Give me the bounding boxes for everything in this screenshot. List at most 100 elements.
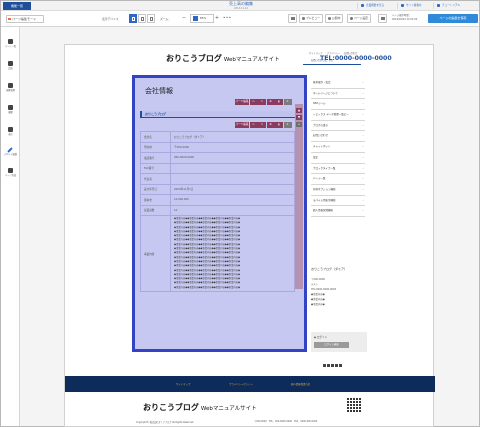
device-pc-button[interactable] <box>129 14 137 23</box>
side-nav-item[interactable]: トピックス データ管理一覧ビー ⌄ <box>311 110 365 121</box>
table-row: 資本金 10,000,000 <box>140 194 295 206</box>
home-icon <box>361 3 364 7</box>
table-edit-icon[interactable]: ✎ <box>258 122 266 128</box>
social-icon[interactable] <box>323 364 326 367</box>
table-value: 10,000,000 <box>170 194 295 206</box>
parts-edit-mode-button[interactable]: パーツ編集モード <box>6 15 44 23</box>
settings-icon <box>401 3 404 7</box>
table-value: 10 <box>170 204 295 216</box>
publish-button[interactable]: 公開中 <box>325 14 344 23</box>
table-move-icon[interactable]: ⇔ <box>249 122 258 128</box>
social-icon[interactable] <box>335 364 338 367</box>
more-options-button[interactable]: ••• <box>223 15 232 20</box>
table-trash-icon[interactable]: ▮ <box>275 122 283 128</box>
zoom-select[interactable]: 85% <box>190 14 214 23</box>
side-nav-item[interactable]: パーツ一覧 ⌄ <box>311 174 365 185</box>
table-part-edit-button[interactable]: パーツ編集 <box>235 122 249 128</box>
company-info-table: 会社名 おりこうブログ（ダミア） 所在地 〒000-0000 電話番号 000-000… <box>140 131 295 292</box>
move-up-icon[interactable]: ▲ <box>296 108 302 113</box>
gear-icon <box>350 17 353 20</box>
device-mobile-button[interactable] <box>147 14 155 23</box>
eye-icon <box>302 17 305 20</box>
table-row: 所在地 〒000-0000 <box>140 141 295 153</box>
page-settings-button[interactable]: ページ設定 <box>347 14 371 23</box>
sidebar-item-page-list[interactable]: ページ一覧 <box>1 35 20 55</box>
side-nav-item[interactable]: 設定 ⌄ <box>311 153 365 164</box>
site-info-link[interactable]: サイト情報を <box>397 3 425 9</box>
business-content: ●事業内容●●事業内容●●事業内容●●事業内容●●事業内容● ●事業内容●●事業… <box>170 215 295 292</box>
table-part-controls: パーツ編集 ⇔ ✎ ⧉ ▮ ✕ <box>235 122 292 128</box>
save-page-button[interactable]: ページの編集を保存 <box>428 14 478 23</box>
social-icons <box>323 364 343 367</box>
footer-link-sitemap[interactable]: サイトマップ <box>176 382 190 386</box>
table-value: 000-0000-0000 <box>170 152 295 164</box>
document-icon <box>8 168 13 173</box>
sidebar-item-history[interactable]: 履歴 <box>1 101 20 121</box>
add-part-icon[interactable]: + <box>296 122 302 127</box>
table-key: 所在地 <box>140 141 171 153</box>
footer-address: 〒000-0000 TEL：000-0000-0000 FAX：0000-000… <box>254 420 318 423</box>
social-icon[interactable] <box>339 364 342 367</box>
device-tablet-button[interactable] <box>138 14 146 23</box>
side-nav-item[interactable]: 有料オプション機能 ⌄ <box>311 185 365 196</box>
side-nav-item[interactable]: モバイル用表示機能 ⌄ <box>311 196 365 207</box>
footer-link-privacy[interactable]: プライバシーポリシー <box>229 382 253 386</box>
table-close-icon[interactable]: ✕ <box>283 122 292 128</box>
tutorial-link[interactable]: チュートリアル <box>433 3 463 9</box>
sidebar-item-images[interactable]: 画像管理 <box>1 79 20 99</box>
block-side-handle[interactable]: ▲ ▼ + <box>295 104 303 289</box>
move-down-icon[interactable]: ▼ <box>296 115 302 120</box>
sidebar-item-design[interactable]: デザイン編集 <box>1 143 20 163</box>
image-icon <box>8 83 13 88</box>
layout-toggle-button[interactable] <box>288 14 297 23</box>
sidebar-item-create-page[interactable]: ページ作成 <box>1 164 20 184</box>
footer-logo[interactable]: おりこうブログ Webマニュアルサイト <box>143 402 257 413</box>
social-icon[interactable] <box>331 364 334 367</box>
edit-icon[interactable]: ✎ <box>258 99 266 105</box>
side-nav-item[interactable]: お問い合わせ ⌄ <box>311 131 365 143</box>
selected-content-block[interactable]: 会社情報 パーツ編集 ⇔ ✎ ⧉ ▮ ✕ おりこうブログ パーツ編集 ⇔ ✎ ⧉… <box>132 75 307 352</box>
site-logo[interactable]: おりこうブログ Webマニュアルサイト <box>166 53 280 64</box>
side-nav-item[interactable]: ブロックタイプ一覧 ⌄ <box>311 164 365 175</box>
company-info-heading: 会社情報 <box>145 87 173 95</box>
page-title: 売上高の編集 <box>229 1 253 6</box>
zoom-label: ズーム： <box>160 17 172 21</box>
function-list-button[interactable]: 機能一覧 <box>3 2 31 10</box>
chevron-down-icon: ⌄ <box>361 113 364 117</box>
layout-icon <box>291 17 295 20</box>
move-icon[interactable]: ⇔ <box>249 99 258 105</box>
sidebar-item-display[interactable]: 表示 <box>1 123 20 143</box>
chevron-down-icon: ⌄ <box>361 91 364 95</box>
list-icon <box>8 39 13 44</box>
side-nav-item[interactable]: チャットボット ⌄ <box>311 142 365 153</box>
qr-code-icon <box>347 398 361 412</box>
company-overview-link[interactable]: 企業概要を見る <box>357 3 387 9</box>
login-button[interactable]: ログイン画面 <box>314 342 349 348</box>
zoom-out-button[interactable]: − <box>181 15 187 22</box>
side-nav-item[interactable]: ブログの書き ⌄ <box>311 121 365 132</box>
table-value: おりこうブログ（ダミア） <box>170 131 295 143</box>
side-nav-item[interactable]: SEOツール ⌄ <box>311 99 365 111</box>
history-button[interactable] <box>378 14 387 23</box>
table-value <box>170 173 295 185</box>
table-copy-icon[interactable]: ⧉ <box>266 122 275 128</box>
sidebar-item-add[interactable]: 追加 <box>1 57 20 77</box>
preview-button[interactable]: プレビュー <box>299 14 323 23</box>
side-nav-item[interactable]: 基本操作・設定 ⌄ <box>311 78 365 89</box>
display-icon <box>8 127 13 132</box>
editor-toolbar: パーツ編集モード 表示デバイス ズーム： − 85% + ••• プレビュー 公… <box>1 11 479 27</box>
chevron-down-icon: ⌄ <box>361 145 364 149</box>
trash-icon[interactable]: ▮ <box>275 99 283 105</box>
part-edit-button[interactable]: パーツ編集 <box>235 99 249 105</box>
table-row: 代表者 <box>140 173 295 185</box>
close-icon[interactable]: ✕ <box>283 99 292 105</box>
side-nav-item[interactable]: ホームページについて ⌄ <box>311 89 365 100</box>
zoom-in-button[interactable]: + <box>214 15 220 22</box>
copy-icon[interactable]: ⧉ <box>266 99 275 105</box>
display-device-label: 表示デバイス <box>102 17 119 21</box>
table-key: 電話番号 <box>140 152 171 164</box>
side-nav-item[interactable]: 個人情報保護機能 ⌄ <box>311 206 365 217</box>
heading-part-controls: パーツ編集 ⇔ ✎ ⧉ ▮ ✕ <box>235 99 292 105</box>
footer-link-personal-info[interactable]: 個人情報保護方針 <box>291 382 310 386</box>
social-icon[interactable] <box>327 364 330 367</box>
